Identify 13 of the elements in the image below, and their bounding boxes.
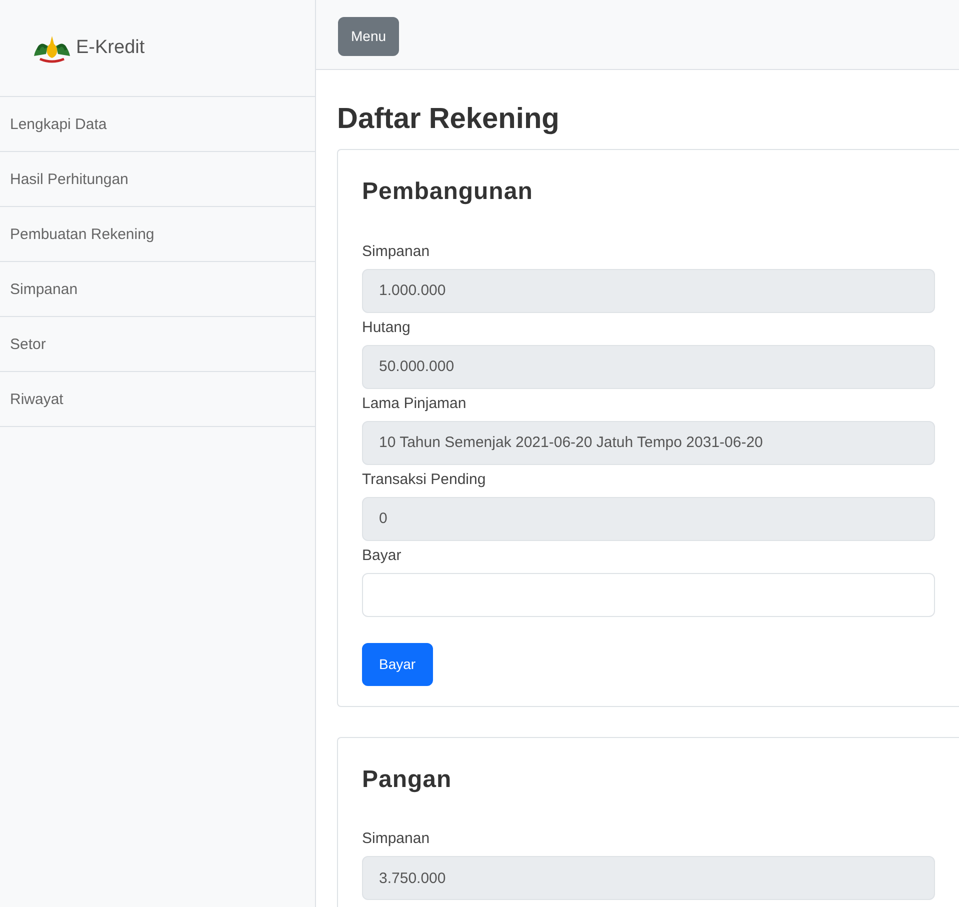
field-label: Simpanan [362, 242, 431, 262]
pay-button[interactable]: Bayar [362, 642, 433, 686]
input-field[interactable] [362, 572, 935, 617]
field-label: Hutang [362, 318, 412, 338]
brand-name: E-Kredit [76, 36, 145, 60]
field-label: Bayar [362, 546, 402, 566]
field-label: Transaksi Pending [362, 470, 487, 490]
menu-button[interactable]: Menu [338, 17, 400, 56]
field-label: Simpanan [362, 829, 431, 850]
page-title: Daftar Rekening [337, 102, 560, 137]
account-title: Pangan [362, 766, 453, 794]
account-title: Pembangunan [362, 178, 534, 207]
field-label: Lama Pinjaman [362, 394, 468, 414]
